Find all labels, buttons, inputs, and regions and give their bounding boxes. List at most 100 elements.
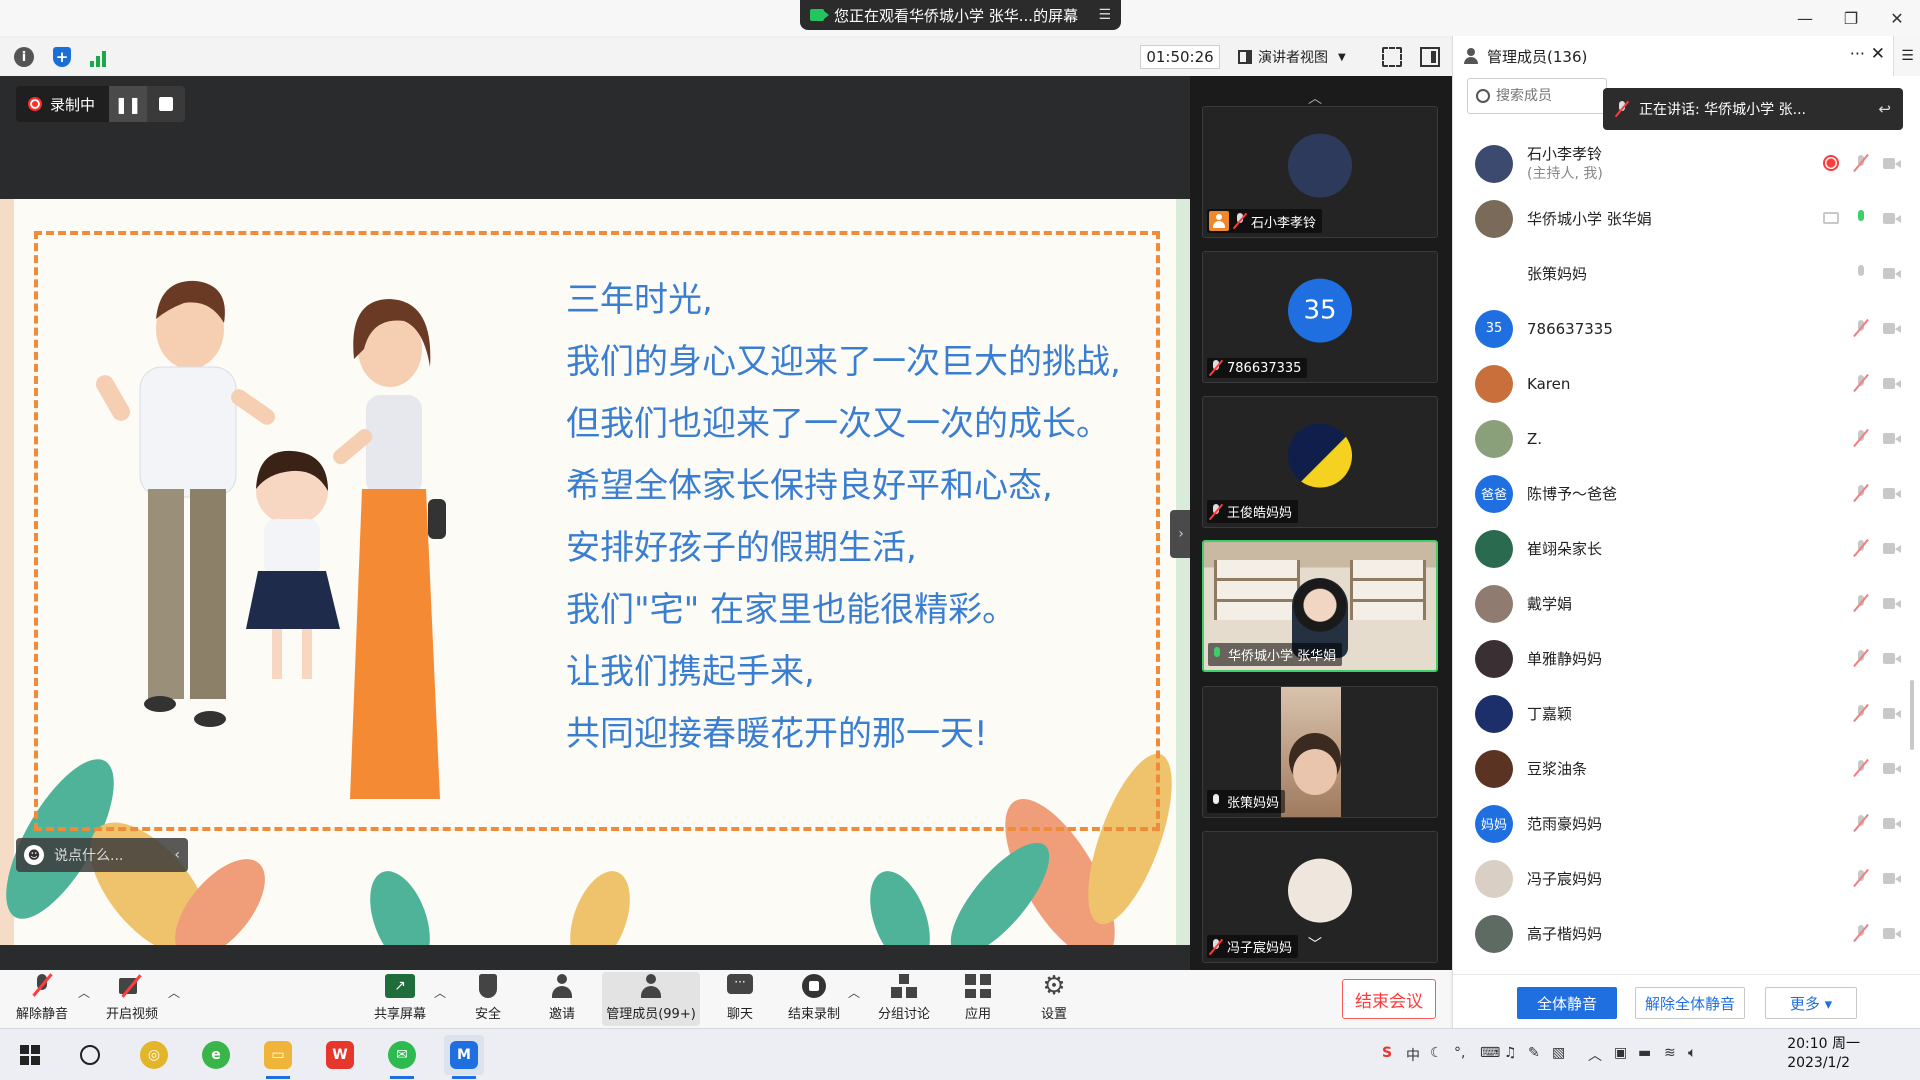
sogou-ime-icon[interactable]: S [1382,1045,1392,1061]
close-icon[interactable]: ✕ [1874,0,1920,36]
member-row[interactable]: 华侨城小学 张华娟 [1453,191,1920,246]
video-off-icon[interactable] [1883,376,1901,390]
member-row[interactable]: 高子楷妈妈 [1453,906,1920,961]
mic-off-icon[interactable] [1853,759,1869,777]
member-row[interactable]: 单雅静妈妈 [1453,631,1920,686]
start-video-button[interactable]: 开启视频 [102,972,162,1026]
unmute-button[interactable]: 解除静音 [12,972,72,1026]
member-row[interactable]: Z. [1453,411,1920,466]
member-row[interactable]: 豆浆油条 [1453,741,1920,796]
mute-all-button[interactable]: 全体静音 [1517,987,1617,1019]
end-meeting-button[interactable]: 结束会议 [1342,979,1436,1019]
member-search[interactable] [1467,78,1607,114]
stop-recording-toolbar-button[interactable]: 结束录制 [786,972,842,1026]
mic-off-icon[interactable] [1853,649,1869,667]
video-off-icon[interactable] [1883,816,1901,830]
video-off-icon[interactable] [1883,156,1901,170]
more-options-icon[interactable]: ··· [1850,44,1865,63]
apps-button[interactable]: 应用 [956,972,1000,1026]
panel-menu-icon[interactable]: ☰ [1893,36,1920,76]
battery-icon[interactable]: ▬ [1638,1045,1651,1061]
chat-button[interactable]: 聊天 [716,972,764,1026]
video-off-icon[interactable] [1883,706,1901,720]
mic-off-icon[interactable] [1853,924,1869,942]
video-tile[interactable]: 张策妈妈 [1202,686,1438,818]
video-off-icon[interactable] [1883,321,1901,335]
video-off-icon[interactable] [1883,926,1901,940]
chevron-up-icon[interactable]: ︿ [848,984,860,1001]
close-panel-icon[interactable]: ✕ [1871,44,1885,64]
pause-recording-button[interactable]: ❚❚ [109,86,148,122]
tencent-meeting-icon[interactable]: M [444,1035,484,1079]
chevron-up-icon[interactable]: ︿ [1588,1045,1602,1065]
manage-members-button[interactable]: 管理成员(99+) [602,972,700,1026]
more-button[interactable]: 更多 ▾ [1765,987,1857,1019]
settings-button[interactable]: 设置 [1032,972,1076,1026]
security-shield-icon[interactable] [52,47,72,67]
mic-off-icon[interactable] [1853,319,1869,337]
video-tile[interactable]: 35 786637335 [1202,251,1438,383]
member-row[interactable]: 丁嘉颖 [1453,686,1920,741]
wifi-icon[interactable]: ≋ [1664,1045,1676,1061]
list-icon[interactable]: ☰ [1098,7,1111,23]
restore-icon[interactable]: ❐ [1828,0,1874,36]
video-off-icon[interactable] [1883,486,1901,500]
video-off-icon[interactable] [1883,431,1901,445]
ime-mode[interactable]: 中 [1406,1045,1420,1065]
back-icon[interactable]: ↩ [1878,100,1891,118]
mic-off-icon[interactable] [1853,374,1869,392]
emoji-icon[interactable]: ☻ [24,845,44,865]
screen-share-status[interactable]: 您正在观看华侨城小学 张华...的屏幕 ☰ [800,0,1121,30]
wps-icon[interactable]: W [320,1035,360,1075]
windows-start-icon[interactable] [10,1035,50,1075]
mic-off-icon[interactable] [1853,814,1869,832]
mic-off-icon[interactable] [1853,429,1869,447]
mic-off-icon[interactable] [1853,704,1869,722]
security-button[interactable]: 安全 [464,972,512,1026]
scrollbar[interactable] [1910,680,1914,750]
clock[interactable]: 20:10 周一 2023/1/2 [1787,1035,1860,1073]
invite-button[interactable]: 邀请 [538,972,586,1026]
member-row[interactable]: 妈妈 范雨豪妈妈 [1453,796,1920,851]
chevron-up-icon[interactable]: ︿ [434,984,446,1001]
breakout-rooms-button[interactable]: 分组讨论 [876,972,932,1026]
member-row[interactable]: 戴学娟 [1453,576,1920,631]
skin-icon[interactable]: ▧ [1552,1045,1565,1061]
tools-icon[interactable]: ✎ [1528,1045,1540,1061]
chevron-left-icon[interactable]: ‹ [174,847,180,863]
member-row[interactable]: 张策妈妈 [1453,246,1920,301]
chevron-up-icon[interactable]: ︿ [78,984,90,1001]
minimize-icon[interactable]: — [1782,0,1828,36]
video-icon[interactable] [1883,211,1901,225]
file-explorer-icon[interactable]: ▭ [258,1035,298,1079]
layout-icon[interactable] [1420,47,1440,67]
voice-icon[interactable]: ♫ [1504,1045,1517,1061]
unmute-all-button[interactable]: 解除全体静音 [1635,987,1745,1019]
wechat-icon[interactable]: ✉ [382,1035,422,1079]
punctuation-icon[interactable]: °, [1454,1045,1465,1061]
search-input[interactable] [1496,88,1596,104]
signal-icon[interactable] [88,47,108,67]
search-icon[interactable] [70,1035,110,1075]
info-icon[interactable]: i [14,47,34,67]
share-screen-button[interactable]: 共享屏幕 [370,972,430,1026]
member-row[interactable]: 爸爸 陈博予～爸爸 [1453,466,1920,521]
mic-off-icon[interactable] [1853,869,1869,887]
chevron-up-icon[interactable]: ︿ [1308,88,1322,108]
browser-icon[interactable]: e [196,1035,236,1075]
video-icon[interactable] [1883,266,1901,280]
mic-off-icon[interactable] [1853,484,1869,502]
video-off-icon[interactable] [1883,871,1901,885]
mic-off-icon[interactable] [1853,594,1869,612]
keyboard-icon[interactable]: ⌨ [1480,1045,1500,1061]
chevron-down-icon[interactable]: ﹀ [1308,934,1322,954]
fullscreen-icon[interactable] [1382,47,1402,67]
member-row[interactable]: 石小李孝铃 (主持人, 我) [1453,136,1920,191]
network-icon[interactable]: ▣ [1614,1045,1627,1061]
member-row[interactable]: Karen [1453,356,1920,411]
mic-off-icon[interactable] [1853,539,1869,557]
video-off-icon[interactable] [1883,651,1901,665]
mic-off-icon[interactable] [1853,154,1869,172]
member-row[interactable]: 冯子宸妈妈 [1453,851,1920,906]
app-360-icon[interactable]: ◎ [134,1035,174,1075]
